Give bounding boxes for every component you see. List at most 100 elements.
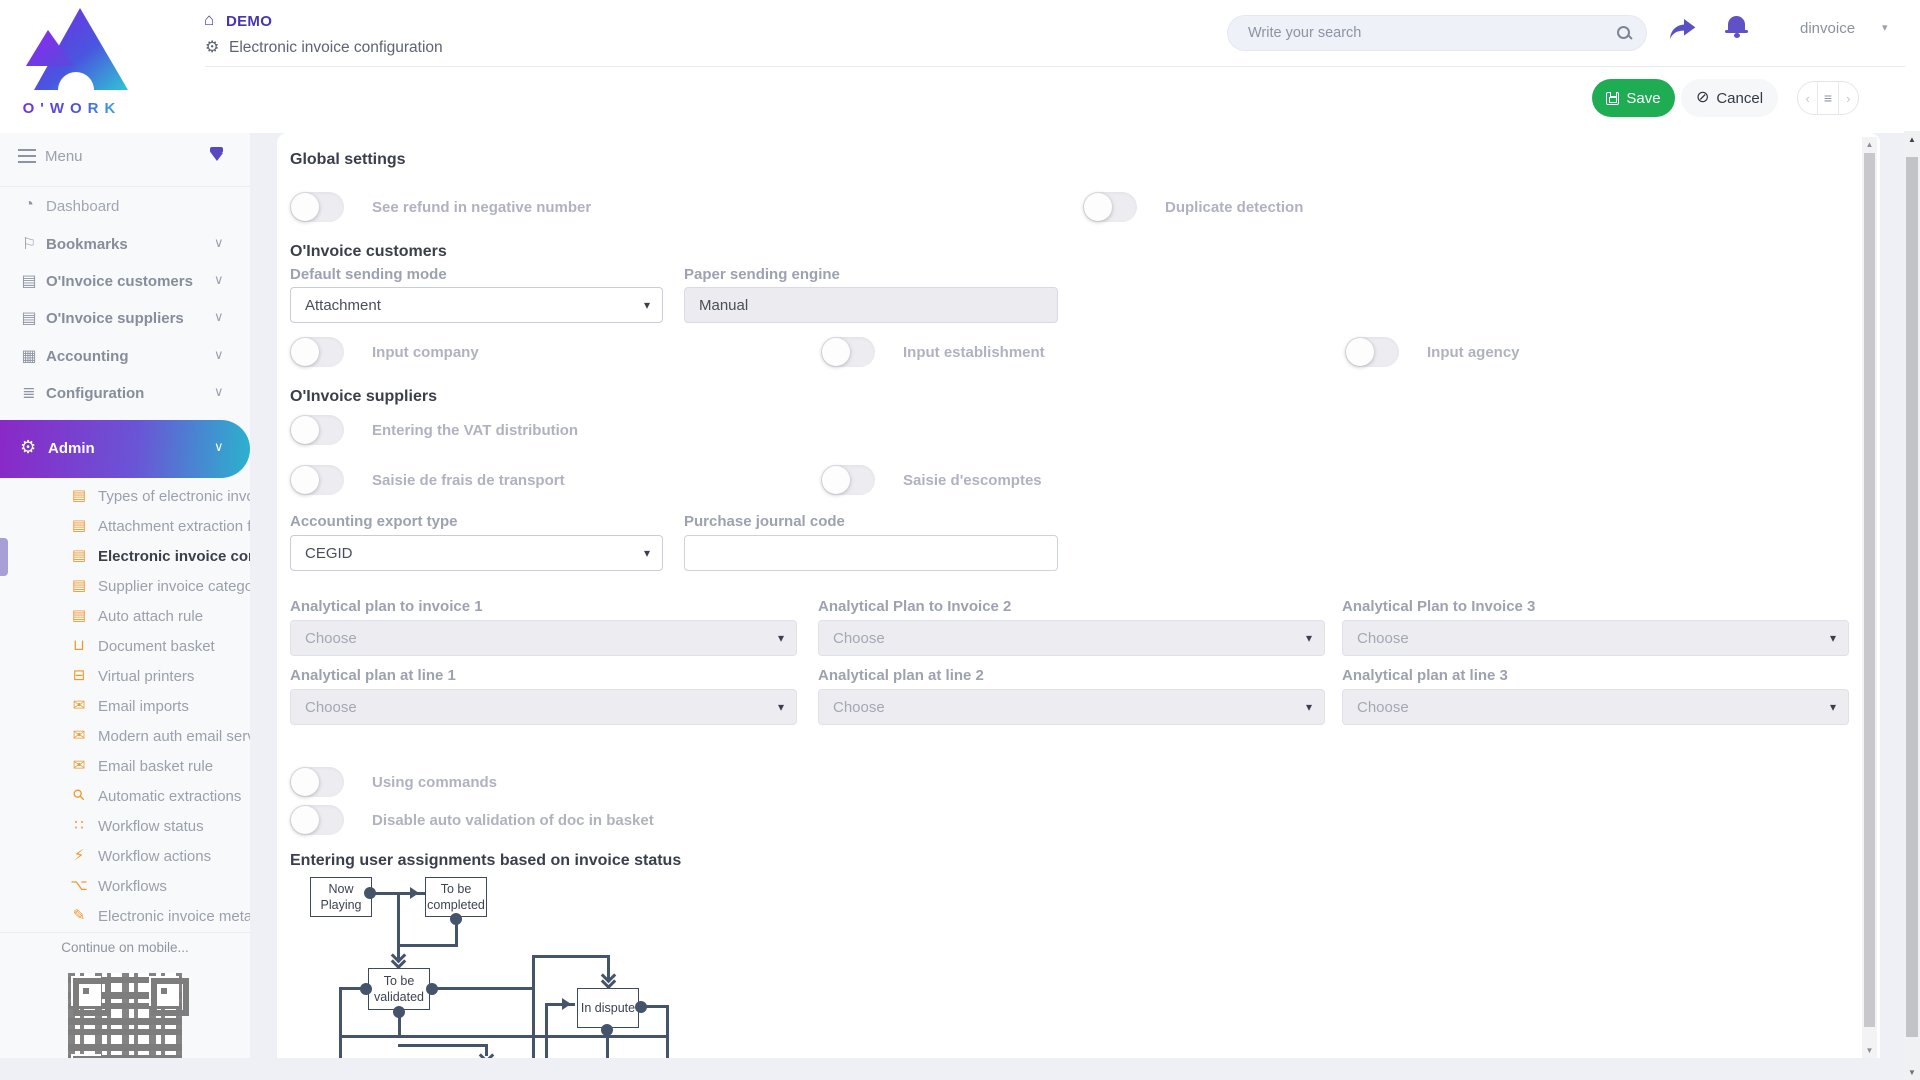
sidebar-item-virtual-printers[interactable]: ⊟ Virtual printers <box>0 662 250 692</box>
diagram-node-to-be-validated[interactable]: To be validated <box>368 968 430 1010</box>
global-search <box>1227 15 1647 51</box>
search-input[interactable] <box>1248 16 1608 50</box>
document-icon: ▤ <box>18 308 40 328</box>
escomptes-toggle[interactable] <box>821 465 875 495</box>
sidebar-item-email-basket-rule[interactable]: ✉ Email basket rule <box>0 752 250 782</box>
sidebar-item-supplier-invoice-category[interactable]: ▤ Supplier invoice category <box>0 572 250 602</box>
scroll-up-icon[interactable]: ▲ <box>1904 135 1920 144</box>
content-scrollbar[interactable]: ▲ ▼ <box>1862 137 1877 1058</box>
sidebar-item-attachment-extraction[interactable]: ▤ Attachment extraction for electronic i… <box>0 512 250 542</box>
breadcrumb-company[interactable]: DEMO <box>226 13 272 30</box>
default-sending-mode-select[interactable]: Attachment ▾ <box>290 287 663 323</box>
document-icon: ▤ <box>68 606 90 624</box>
sidebar: Menu ◔ Dashboard ⚐ Bookmarks ∨ ▤ O'Invoi… <box>0 133 250 1058</box>
sidebar-item-electronic-invoice-configuration[interactable]: ▤ Electronic invoice configuration <box>0 542 250 572</box>
envelope-icon: ✉ <box>68 756 90 774</box>
search-icon[interactable] <box>1616 25 1632 41</box>
input-establishment-label: Input establishment <box>903 344 1045 361</box>
pager-next-button[interactable]: › <box>1839 82 1858 114</box>
save-button[interactable]: Save <box>1592 79 1675 117</box>
connector-dot <box>601 1024 613 1036</box>
diagram-node-now-playing[interactable]: Now Playing <box>310 877 372 917</box>
input-company-toggle[interactable] <box>290 337 344 367</box>
purchase-journal-code-label: Purchase journal code <box>684 513 845 530</box>
plan-line-2-select[interactable]: Choose ▾ <box>818 689 1325 725</box>
sidebar-item-workflows[interactable]: ⌥ Workflows <box>0 872 250 902</box>
sidebar-item-email-imports[interactable]: ✉ Email imports <box>0 692 250 722</box>
chevron-down-icon: ∨ <box>214 309 224 325</box>
sidebar-item-admin[interactable]: ⚙ Admin ∨ <box>0 420 250 478</box>
sidebar-item-modern-auth-email-server[interactable]: ✉ Modern auth email server <box>0 722 250 752</box>
accounting-export-type-select[interactable]: CEGID ▾ <box>290 535 663 571</box>
document-icon: ▤ <box>68 516 90 534</box>
input-agency-toggle[interactable] <box>1345 337 1399 367</box>
browser-scrollbar[interactable]: ▲ ▼ <box>1904 131 1920 1080</box>
paper-sending-engine-input[interactable] <box>684 287 1058 323</box>
sidebar-item-automatic-extractions[interactable]: ⚲ Automatic extractions <box>0 782 250 812</box>
pager-list-button[interactable]: ≡ <box>1817 82 1838 114</box>
plan-invoice-3-select[interactable]: Choose ▾ <box>1342 620 1849 656</box>
input-establishment-toggle[interactable] <box>821 337 875 367</box>
sidebar-item-types-of-electronic-invoices[interactable]: ▤ Types of electronic invoices <box>0 482 250 512</box>
sidebar-item-oinvoice-customers[interactable]: ▤ O'Invoice customers ∨ <box>0 267 250 297</box>
diagram-line <box>532 955 535 1058</box>
user-caret-icon[interactable]: ▾ <box>1882 21 1888 34</box>
using-commands-toggle[interactable] <box>290 767 344 797</box>
sidebar-item-dashboard[interactable]: ◔ Dashboard <box>0 192 250 222</box>
plan-line-3-label: Analytical plan at line 3 <box>1342 667 1508 684</box>
share-arrow-icon[interactable] <box>1666 13 1698 45</box>
notifications-bell-icon[interactable] <box>1728 16 1745 31</box>
arrow-down-icon <box>479 1048 495 1058</box>
plan-line-3-select[interactable]: Choose ▾ <box>1342 689 1849 725</box>
default-sending-mode-label: Default sending mode <box>290 266 447 283</box>
vat-distribution-toggle[interactable] <box>290 415 344 445</box>
pencil-square-icon: ✎ <box>68 906 90 924</box>
plan-line-1-select[interactable]: Choose ▾ <box>290 689 797 725</box>
diagram-line <box>432 987 535 990</box>
sidebar-item-auto-attach-rule[interactable]: ▤ Auto attach rule <box>0 602 250 632</box>
caret-down-icon: ▾ <box>1830 700 1836 714</box>
scrollbar-thumb[interactable] <box>1864 153 1875 1027</box>
workflow-diagram: Now Playing To be completed To be valida… <box>300 870 720 1058</box>
envelope-icon: ✉ <box>68 696 90 714</box>
tray-icon: ⊔ <box>68 636 90 654</box>
diagram-line <box>339 989 342 1058</box>
bottom-band <box>0 1058 1904 1080</box>
plan-invoice-3-label: Analytical Plan to Invoice 3 <box>1342 598 1535 615</box>
sidebar-item-workflow-status[interactable]: ∷ Workflow status <box>0 812 250 842</box>
envelope-icon: ✉ <box>68 726 90 744</box>
sidebar-item-bookmarks[interactable]: ⚐ Bookmarks ∨ <box>0 230 250 260</box>
diagram-node-in-dispute[interactable]: In dispute <box>577 988 639 1028</box>
scroll-down-icon[interactable]: ▼ <box>1904 1068 1920 1077</box>
hamburger-icon[interactable] <box>18 149 36 163</box>
home-icon[interactable]: ⌂ <box>204 10 214 30</box>
pager-prev-button[interactable]: ‹ <box>1798 82 1817 114</box>
sidebar-item-workflow-actions[interactable]: ⚡ Workflow actions <box>0 842 250 872</box>
footprints-icon: ∷ <box>68 816 90 834</box>
frais-transport-toggle[interactable] <box>290 465 344 495</box>
duplicate-detection-toggle[interactable] <box>1083 192 1137 222</box>
input-company-label: Input company <box>372 344 479 361</box>
plan-invoice-1-select[interactable]: Choose ▾ <box>290 620 797 656</box>
sidebar-item-accounting[interactable]: ▦ Accounting ∨ <box>0 342 250 372</box>
escomptes-label: Saisie d'escomptes <box>903 472 1042 489</box>
sidebar-item-electronic-invoice-metadata[interactable]: ✎ Electronic invoice metadata <box>0 902 250 932</box>
sidebar-item-configuration[interactable]: ≣ Configuration ∨ <box>0 379 250 409</box>
chevron-down-icon: ∨ <box>214 235 224 251</box>
scrollbar-thumb[interactable] <box>1906 157 1918 1037</box>
sidebar-item-document-basket[interactable]: ⊔ Document basket <box>0 632 250 662</box>
purchase-journal-code-input[interactable] <box>684 535 1058 571</box>
qr-code <box>68 973 182 1058</box>
see-refund-toggle[interactable] <box>290 192 344 222</box>
scroll-down-icon[interactable]: ▼ <box>1862 1046 1877 1055</box>
cancel-button[interactable]: ⊘ Cancel <box>1681 79 1778 117</box>
logo-text: O'WORK <box>12 100 132 117</box>
sidebar-item-oinvoice-suppliers[interactable]: ▤ O'Invoice suppliers ∨ <box>0 304 250 334</box>
user-menu[interactable]: dinvoice <box>1800 20 1855 37</box>
plan-invoice-2-select[interactable]: Choose ▾ <box>818 620 1325 656</box>
disable-auto-validation-toggle[interactable] <box>290 805 344 835</box>
diagram-node-to-be-completed[interactable]: To be completed <box>425 877 487 917</box>
app-logo[interactable]: O'WORK <box>12 4 132 124</box>
pin-sidebar-icon[interactable] <box>210 147 223 165</box>
scroll-up-icon[interactable]: ▲ <box>1862 140 1877 149</box>
